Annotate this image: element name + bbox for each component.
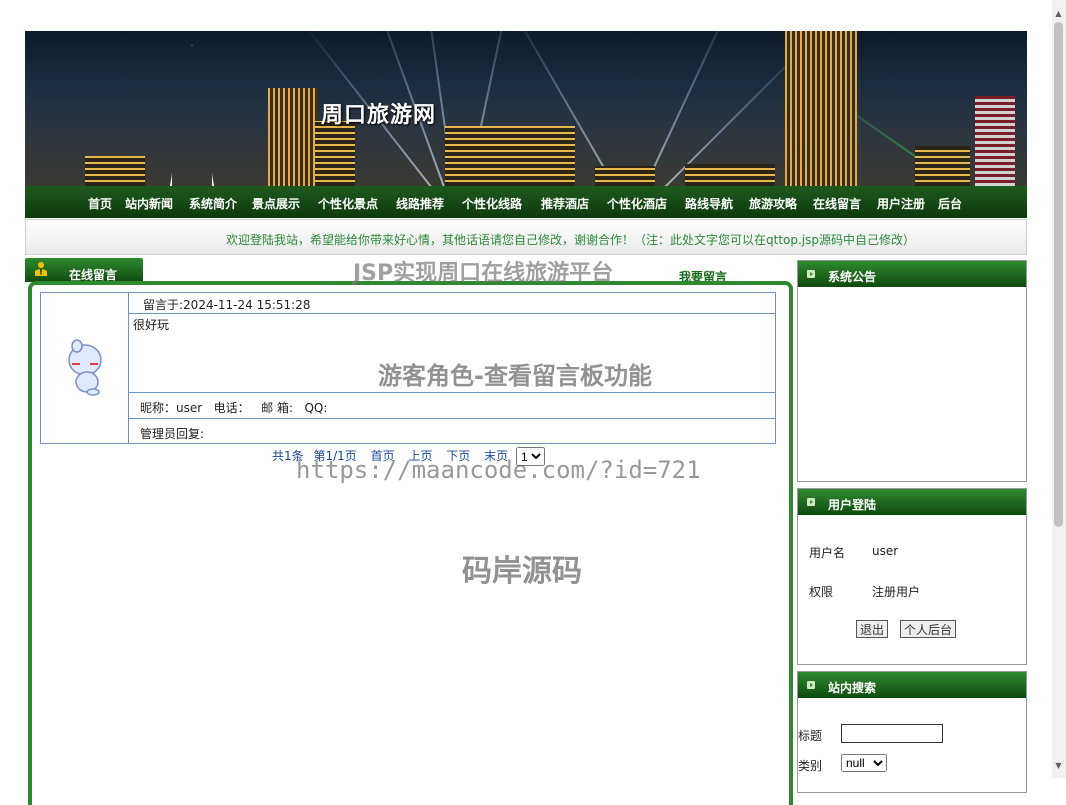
site-title: 周口旅游网 bbox=[321, 97, 436, 129]
welcome-text: 欢迎登陆我站，希望能给你带来好心情，其他话语请您自己修改，谢谢合作！（注：此处文… bbox=[226, 231, 915, 248]
nav-register[interactable]: 用户注册 bbox=[877, 195, 925, 212]
login-title: 用户登陆 bbox=[828, 496, 876, 513]
message-time: 留言于:2024-11-24 15:51:28 bbox=[129, 293, 776, 314]
arrow-bullet-icon bbox=[807, 498, 815, 506]
search-category-label: 类别 bbox=[798, 757, 822, 774]
guestbook-tab: 在线留言 bbox=[25, 258, 143, 282]
banner-building bbox=[915, 146, 970, 186]
watermark-role: 游客角色-查看留言板功能 bbox=[378, 356, 652, 391]
nav-custom-hotels[interactable]: 个性化酒店 bbox=[607, 195, 667, 212]
banner-light-beam bbox=[635, 31, 734, 186]
nav-about[interactable]: 系统简介 bbox=[189, 195, 237, 212]
nav-admin[interactable]: 后台 bbox=[938, 195, 962, 212]
qq-label: QQ: bbox=[304, 401, 327, 415]
notice-header: 系统公告 bbox=[798, 261, 1026, 287]
phone-label: 电话： bbox=[214, 401, 250, 415]
banner-building bbox=[685, 164, 775, 186]
nickname-value: user bbox=[176, 401, 202, 415]
search-header: 站内搜索 bbox=[798, 672, 1026, 698]
search-panel: 站内搜索 标题 类别 null bbox=[797, 671, 1027, 793]
search-category-select[interactable]: null bbox=[841, 754, 887, 772]
nav-custom-scenic[interactable]: 个性化景点 bbox=[318, 195, 378, 212]
banner-building bbox=[268, 88, 318, 186]
banner-building bbox=[85, 156, 145, 186]
nav-navigation[interactable]: 路线导航 bbox=[685, 195, 733, 212]
scroll-down-icon[interactable]: ▼ bbox=[1054, 762, 1063, 770]
nickname-label: 昵称： bbox=[140, 401, 176, 415]
search-title-label: 标题 bbox=[798, 727, 822, 744]
username-value: user bbox=[872, 544, 898, 558]
scroll-up-icon[interactable]: ▲ bbox=[1054, 10, 1063, 18]
watermark-url: https://maancode.com/?id=721 bbox=[296, 456, 701, 484]
search-title-input[interactable] bbox=[841, 724, 943, 743]
notice-panel: 系统公告 bbox=[797, 260, 1027, 482]
message-info-row: 昵称：user 电话： 邮 箱: QQ: bbox=[41, 393, 776, 419]
banner-tower bbox=[170, 44, 214, 186]
nav-guides[interactable]: 旅游攻略 bbox=[749, 195, 797, 212]
nav-home[interactable]: 首页 bbox=[88, 195, 112, 212]
banner-building bbox=[595, 166, 655, 186]
username-label: 用户名 bbox=[809, 544, 845, 561]
notice-title: 系统公告 bbox=[828, 268, 876, 285]
welcome-bar: 欢迎登陆我站，希望能给你带来好心情，其他话语请您自己修改，谢谢合作！（注：此处文… bbox=[25, 219, 1027, 255]
logout-button[interactable]: 退出 bbox=[856, 620, 888, 638]
header-banner: 周口旅游网 bbox=[25, 31, 1027, 186]
login-panel: 用户登陆 用户名 user 权限 注册用户 退出 个人后台 bbox=[797, 488, 1027, 665]
scrollbar-thumb[interactable] bbox=[1054, 22, 1063, 527]
role-label: 权限 bbox=[809, 583, 833, 600]
message-info: 昵称：user 电话： 邮 箱: QQ: bbox=[129, 393, 776, 419]
arrow-bullet-icon bbox=[807, 270, 815, 278]
role-value: 注册用户 bbox=[872, 583, 920, 600]
personal-backend-button[interactable]: 个人后台 bbox=[900, 620, 956, 638]
avatar bbox=[63, 338, 107, 396]
banner-building bbox=[975, 96, 1015, 186]
nav-hotels[interactable]: 推荐酒店 bbox=[541, 195, 589, 212]
admin-reply: 管理员回复: bbox=[129, 419, 776, 444]
nav-scenic[interactable]: 景点展示 bbox=[252, 195, 300, 212]
email-label: 邮 箱: bbox=[261, 401, 293, 415]
nav-routes[interactable]: 线路推荐 bbox=[396, 195, 444, 212]
login-header: 用户登陆 bbox=[798, 489, 1026, 515]
avatar-cell bbox=[41, 293, 129, 444]
banner-building bbox=[445, 126, 575, 186]
nav-custom-routes[interactable]: 个性化线路 bbox=[462, 195, 522, 212]
message-reply-row: 管理员回复: bbox=[41, 419, 776, 444]
watermark-brand: 码岸源码 bbox=[462, 546, 582, 590]
arrow-bullet-icon bbox=[807, 681, 815, 689]
message-header-row: 留言于:2024-11-24 15:51:28 bbox=[41, 293, 776, 314]
main-nav: 首页 站内新闻 系统简介 景点展示 个性化景点 线路推荐 个性化线路 推荐酒店 … bbox=[25, 186, 1027, 218]
search-title: 站内搜索 bbox=[828, 679, 876, 696]
banner-building bbox=[315, 121, 355, 186]
nav-guestbook[interactable]: 在线留言 bbox=[813, 195, 861, 212]
banner-building bbox=[785, 31, 857, 186]
watermark-title: JSP实现周口在线旅游平台 bbox=[353, 255, 613, 287]
nav-news[interactable]: 站内新闻 bbox=[125, 195, 173, 212]
user-group-icon bbox=[33, 261, 49, 277]
